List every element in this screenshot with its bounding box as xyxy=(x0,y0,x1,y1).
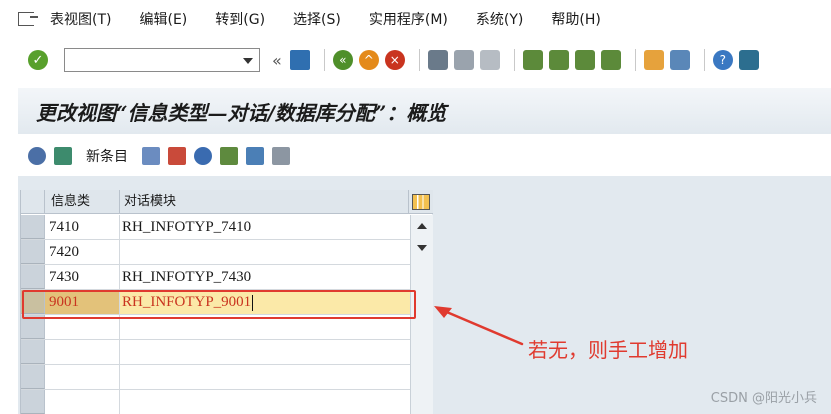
watermark: CSDN @阳光小兵 xyxy=(710,391,817,406)
table-row xyxy=(21,365,410,390)
table-settings-button[interactable] xyxy=(409,190,432,214)
cell-dialog-module[interactable] xyxy=(120,365,410,389)
standard-toolbar: ✓ « « ^ × ? xyxy=(0,40,831,80)
row-selector[interactable] xyxy=(21,265,45,289)
exit-icon[interactable] xyxy=(18,12,38,26)
row-selector[interactable] xyxy=(21,390,45,414)
row-selector[interactable] xyxy=(21,215,45,239)
header-info-type[interactable]: 信息类 xyxy=(45,190,120,214)
scroll-up-icon[interactable] xyxy=(417,223,427,229)
table-row: 7410 RH_INFOTYP_7410 xyxy=(21,215,410,240)
toolbar-divider xyxy=(418,49,420,71)
menu-utilities[interactable]: 实用程序(M) xyxy=(369,9,448,29)
toolbar-divider xyxy=(703,49,705,71)
annotation-text: 若无，则手工增加 xyxy=(528,338,688,362)
exit-up-icon[interactable]: ^ xyxy=(358,50,379,70)
row-selector[interactable] xyxy=(21,240,45,264)
cell-info-type[interactable] xyxy=(45,390,120,414)
table-row xyxy=(21,390,410,414)
new-entries-button[interactable]: 新条目 xyxy=(86,146,128,166)
toolbar-divider xyxy=(323,49,325,71)
menu-table-view[interactable]: 表视图(T) xyxy=(50,9,111,29)
cell-dialog-module[interactable] xyxy=(120,390,410,414)
menu-goto[interactable]: 转到(G) xyxy=(215,9,265,29)
table-header: 信息类 对话模块 xyxy=(21,190,433,214)
first-page-icon[interactable] xyxy=(522,50,543,70)
cell-dialog-module[interactable]: RH_INFOTYP_7410 xyxy=(120,215,410,239)
menu-select[interactable]: 选择(S) xyxy=(293,9,341,29)
help-icon[interactable]: ? xyxy=(712,50,733,70)
delete-icon[interactable] xyxy=(168,147,186,165)
enter-check-icon[interactable]: ✓ xyxy=(28,50,48,70)
cancel-icon[interactable]: × xyxy=(384,50,405,70)
cell-dialog-module[interactable] xyxy=(120,340,410,364)
table-row: 7420 xyxy=(21,240,410,265)
cell-dialog-module[interactable]: RH_INFOTYP_7430 xyxy=(120,265,410,289)
row-selector[interactable] xyxy=(21,340,45,364)
find-next-icon[interactable] xyxy=(479,50,500,70)
select-all-icon[interactable] xyxy=(220,147,238,165)
print-icon[interactable] xyxy=(427,50,448,70)
title-bar: 更改视图“信息类型—对话/数据库分配”：概览 xyxy=(18,88,831,134)
application-toolbar: 新条目 xyxy=(18,138,831,174)
last-page-icon[interactable] xyxy=(600,50,621,70)
page-title: 更改视图“信息类型—对话/数据库分配”：概览 xyxy=(36,100,447,125)
command-input[interactable] xyxy=(65,49,235,71)
annotation-arrow-icon xyxy=(434,306,524,346)
table-settings-icon xyxy=(411,194,430,210)
cell-info-type[interactable]: 7430 xyxy=(45,265,120,289)
menu-bar: 表视图(T) 编辑(E) 转到(G) 选择(S) 实用程序(M) 系统(Y) 帮… xyxy=(0,0,831,38)
undo-icon[interactable] xyxy=(194,147,212,165)
deselect-all-icon[interactable] xyxy=(272,147,290,165)
layout-icon[interactable] xyxy=(738,50,759,70)
position-find-icon[interactable] xyxy=(54,147,72,165)
select-all-cell[interactable] xyxy=(21,190,45,214)
table-row xyxy=(21,340,410,365)
table-row: 7430 RH_INFOTYP_7430 xyxy=(21,265,410,290)
cell-dialog-module[interactable] xyxy=(120,240,410,264)
cell-info-type[interactable]: 7420 xyxy=(45,240,120,264)
chevron-down-icon[interactable] xyxy=(243,58,253,64)
prev-page-icon[interactable] xyxy=(548,50,569,70)
command-field[interactable] xyxy=(64,48,260,72)
toolbar-divider xyxy=(513,49,515,71)
row-selector[interactable] xyxy=(21,365,45,389)
toolbar-divider xyxy=(634,49,636,71)
header-dialog-module[interactable]: 对话模块 xyxy=(120,190,409,214)
copy-icon[interactable] xyxy=(142,147,160,165)
save-icon[interactable] xyxy=(289,50,310,70)
collapse-arrow-icon[interactable]: « xyxy=(272,51,282,70)
cell-info-type[interactable]: 7410 xyxy=(45,215,120,239)
select-block-icon[interactable] xyxy=(246,147,264,165)
menu-system[interactable]: 系统(Y) xyxy=(476,9,523,29)
shortcut-icon[interactable] xyxy=(669,50,690,70)
menu-help[interactable]: 帮助(H) xyxy=(551,9,600,29)
display-change-icon[interactable] xyxy=(28,147,46,165)
cell-info-type[interactable] xyxy=(45,365,120,389)
new-session-icon[interactable] xyxy=(643,50,664,70)
next-page-icon[interactable] xyxy=(574,50,595,70)
scroll-down-icon[interactable] xyxy=(417,245,427,251)
find-icon[interactable] xyxy=(453,50,474,70)
menu-edit[interactable]: 编辑(E) xyxy=(139,9,187,29)
highlight-box xyxy=(22,290,416,319)
back-icon[interactable]: « xyxy=(332,50,353,70)
cell-info-type[interactable] xyxy=(45,340,120,364)
